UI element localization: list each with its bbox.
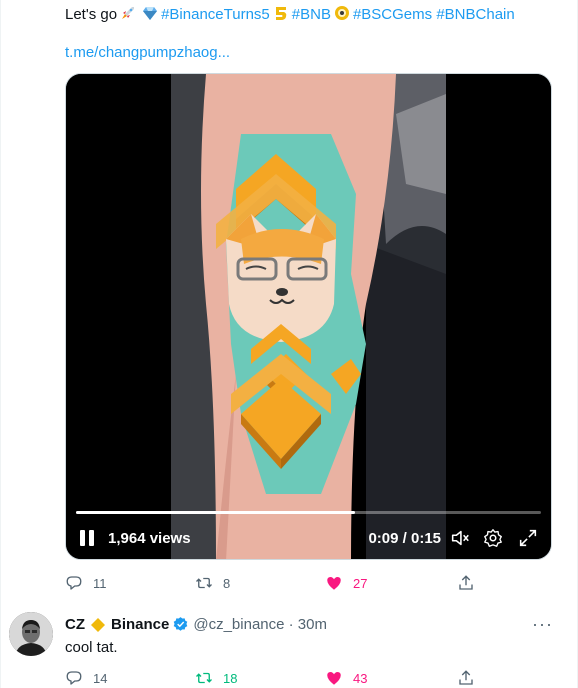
verified-badge-icon [174,617,188,631]
video-time: 0:09 / 0:15 [368,530,441,547]
hashtag-bnbchain[interactable]: #BNBChain [436,6,514,23]
video-views: 1,964 views [108,530,191,547]
reply-count: 14 [93,670,108,686]
mute-icon[interactable] [449,527,471,549]
share-button[interactable] [457,573,475,593]
telegram-link[interactable]: t.me/changpumpzhaog... [65,44,230,61]
rocket-emoji-icon [120,5,136,21]
heart-filled-icon [327,577,341,590]
timeline-column: Let's go #BinanceTurns5 #BNB #BSCGems #BNBC… [0,0,578,688]
fullscreen-icon[interactable] [517,527,539,549]
pause-button[interactable] [78,528,98,550]
like-button[interactable]: 43 [325,668,367,688]
share-icon [459,575,473,590]
reply-count: 11 [93,575,107,591]
retweet-count: 8 [223,575,231,591]
retweet-icon [196,577,212,589]
hashtag-binanceturns5[interactable]: #BinanceTurns5 [161,6,270,23]
retweet-button[interactable]: 8 [195,573,230,593]
five-emoji-icon [273,5,289,21]
tweet-action-bar: 11 8 27 [65,573,485,593]
retweet-button[interactable]: 18 [195,668,237,688]
reply-button[interactable]: 11 [65,573,107,593]
video-player[interactable]: 1,964 views 0:09 / 0:15 [65,73,552,560]
retweet-active-icon [196,672,212,684]
more-options-icon[interactable]: ··· [532,614,553,635]
tweet-text-prefix: Let's go [65,6,118,23]
pause-icon-bar [89,530,94,546]
reply-button[interactable]: 14 [65,668,107,688]
like-count: 27 [353,575,368,591]
author-org[interactable]: Binance [111,616,169,633]
reply-icon [66,671,82,685]
share-button[interactable] [457,668,475,688]
tweet-text: Let's go #BinanceTurns5 #BNB #BSCGems #BNBC… [65,5,515,23]
share-icon [459,670,473,685]
hashtag-bnb[interactable]: #BNB [292,6,331,23]
video-frame-tattoo [66,74,551,559]
binance-diamond-icon [91,617,105,632]
video-controls: 1,964 views 0:09 / 0:15 [66,524,551,556]
diamond-emoji-icon [142,5,158,21]
reply-icon [66,576,82,590]
author-name[interactable]: CZ [65,616,85,633]
like-button[interactable]: 27 [325,573,367,593]
hashtag-bscgems[interactable]: #BSCGems [353,6,432,23]
reply-header: CZ Binance @cz_binance · 30m [65,616,327,633]
like-count: 43 [353,670,368,686]
bnb-coin-emoji-icon [334,5,350,21]
reply-text: cool tat. [65,639,118,656]
retweet-count: 18 [223,670,238,686]
author-handle-time[interactable]: @cz_binance · 30m [193,616,327,633]
avatar-photo [9,612,53,656]
pause-icon [80,530,85,546]
reply-action-bar: 14 18 43 [65,668,485,688]
settings-gear-icon[interactable] [482,527,504,549]
heart-filled-icon [327,672,341,685]
video-progress-bar[interactable] [76,511,541,514]
video-progress-fill [76,511,355,514]
avatar[interactable] [9,612,53,656]
